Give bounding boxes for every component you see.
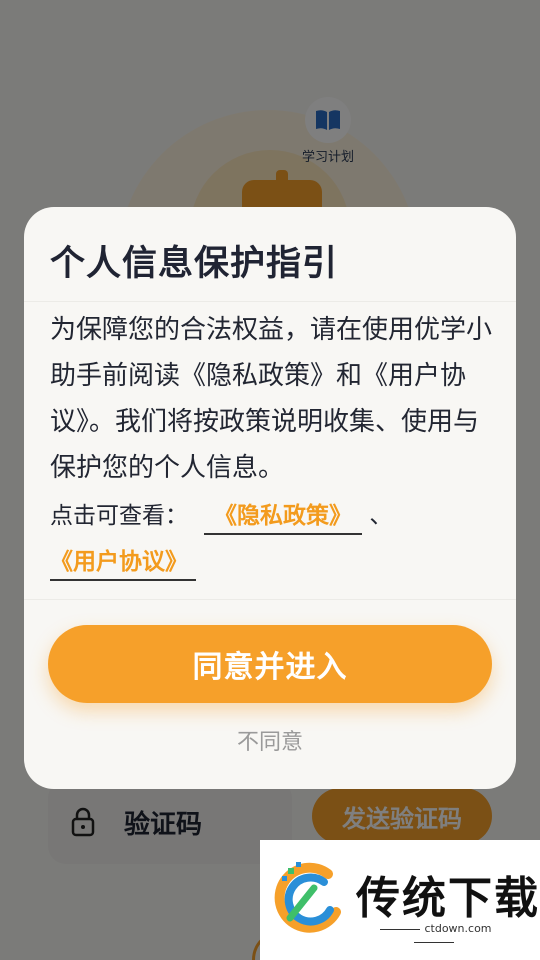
watermark-name: 传统下载 <box>356 873 540 924</box>
dialog-divider-bottom <box>24 599 516 600</box>
disagree-button[interactable]: 不同意 <box>170 721 370 759</box>
dialog-body-text: 为保障您的合法权益，请在使用优学小助手前阅读《隐私政策》和《用户协议》。我们将按… <box>50 315 493 483</box>
privacy-policy-link[interactable]: 《隐私政策》 <box>204 499 362 535</box>
watermark-site: ctdown.com <box>356 922 512 948</box>
dialog-divider-top <box>24 301 516 302</box>
ctdown-logo-icon <box>274 862 341 933</box>
dialog-title: 个人信息保护指引 <box>50 244 339 284</box>
links-prefix: 点击可查看： <box>50 503 188 529</box>
links-separator: 、 <box>369 503 393 529</box>
privacy-dialog: 个人信息保护指引 为保障您的合法权益，请在使用优学小助手前阅读《隐私政策》和《用… <box>24 207 516 789</box>
user-agreement-link[interactable]: 《用户协议》 <box>50 545 196 581</box>
policy-links-line: 点击可查看： 《隐私政策》 、 《用户协议》 <box>50 493 500 585</box>
agree-button[interactable]: 同意并进入 <box>48 625 492 703</box>
watermark: 传统下载 ctdown.com <box>260 840 540 960</box>
